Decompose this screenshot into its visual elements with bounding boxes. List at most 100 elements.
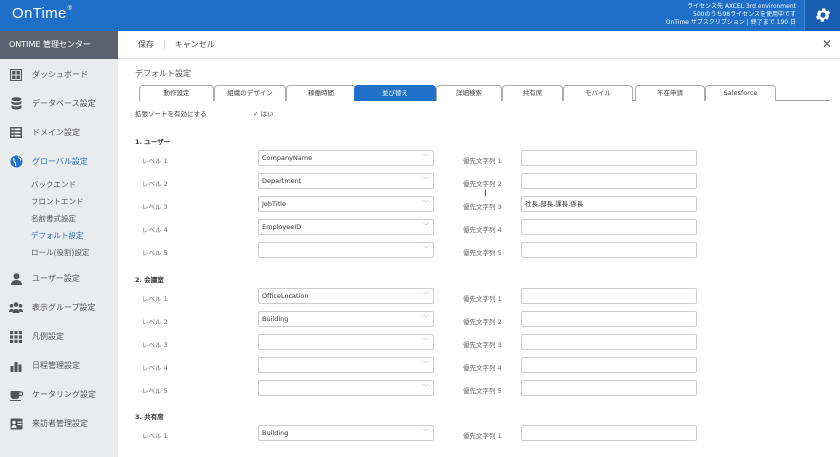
sidebar-item-label: 凡例設定 <box>32 332 64 341</box>
tab-salesforce[interactable]: Salesforce <box>705 85 776 101</box>
tab-shared-seat[interactable]: 共有席 <box>502 85 563 101</box>
gear-icon <box>815 8 831 22</box>
visitor-icon <box>9 417 23 430</box>
tab-sort[interactable]: 並び替え <box>354 85 436 101</box>
priority-label: 優先文字列 5 <box>463 387 502 395</box>
app-header: OnTime® ライセンス先 AXCEL 3rd environment 500… <box>0 0 840 31</box>
tab-behavior[interactable]: 動作設定 <box>139 85 214 101</box>
priority-input[interactable] <box>521 380 697 396</box>
sidebar-subitem-backend[interactable]: バックエンド <box>0 176 118 193</box>
license-line: OnTime サブスクリプション | 終了まで 190 日 <box>665 19 796 26</box>
group-icon <box>9 301 23 314</box>
license-info: ライセンス先 AXCEL 3rd environment 500のうち98ライセ… <box>666 3 796 27</box>
sidebar-title: ONTIME 管理センター <box>0 31 118 59</box>
sidebar-item-dashboard[interactable]: ダッシュボード <box>0 60 118 89</box>
chevron-down-icon: ﹀ <box>422 177 429 184</box>
priority-input[interactable] <box>521 242 697 258</box>
priority-input[interactable] <box>521 173 697 189</box>
priority-label: 優先文字列 4 <box>463 226 502 234</box>
priority-input[interactable] <box>521 425 697 441</box>
sidebar-item-label: データベース設定 <box>32 99 96 108</box>
sidebar-subitem-default[interactable]: デフォルト設定 <box>0 227 118 244</box>
level-select[interactable]: OfficeLocation ﹀ <box>258 288 434 304</box>
save-button[interactable]: 保存 <box>138 39 154 50</box>
level-select[interactable]: ﹀ <box>258 334 434 350</box>
sidebar-item-label: ドメイン設定 <box>32 128 80 137</box>
level-select[interactable]: ﹀ <box>258 380 434 396</box>
settings-panel: 保存 | キャンセル ✕ デフォルト設定 動作設定 組織のデザイン 稼働時間 並… <box>118 31 840 457</box>
priority-label: 優先文字列 1 <box>463 157 502 165</box>
database-icon <box>9 97 23 110</box>
sidebar-item-global[interactable]: グローバル設定 <box>0 147 118 176</box>
priority-input[interactable] <box>521 357 697 373</box>
priority-label: 優先文字列 2 <box>463 180 502 188</box>
sort-row: レベル 1 CompanyName ﹀ 優先文字列 1 <box>118 150 840 168</box>
sidebar-item-schedule[interactable]: 日程管理設定 <box>0 351 118 380</box>
sort-row: レベル 4 EmployeeID ﹀ 優先文字列 4 <box>118 219 840 237</box>
ext-sort-label: 拡張ソートを有効にする <box>135 110 207 118</box>
chevron-down-icon: ﹀ <box>422 338 429 345</box>
ext-sort-value: はい <box>260 110 274 118</box>
priority-input[interactable] <box>521 311 697 327</box>
sort-row: レベル 4 ﹀ 優先文字列 4 <box>118 357 840 375</box>
coffee-icon <box>9 388 23 401</box>
level-select[interactable]: JobTitle ﹀ <box>258 196 434 212</box>
sidebar-item-catering[interactable]: ケータリング設定 <box>0 380 118 409</box>
toolbar-separator: | <box>163 40 166 49</box>
sidebar-subitem-name-format[interactable]: 名前書式設定 <box>0 210 118 227</box>
chevron-down-icon: ﹀ <box>422 154 429 161</box>
level-select-value: Department <box>262 177 302 185</box>
level-label: レベル 1 <box>142 432 168 440</box>
level-select[interactable]: Building ﹀ <box>258 311 434 327</box>
level-label: レベル 2 <box>142 318 168 326</box>
level-select-value: OfficeLocation <box>262 292 309 300</box>
level-select[interactable]: CompanyName ﹀ <box>258 150 434 166</box>
level-select[interactable]: Department ﹀ <box>258 173 434 189</box>
priority-input[interactable] <box>521 288 697 304</box>
page-title: デフォルト設定 <box>135 69 191 78</box>
sidebar-item-visitor[interactable]: 来訪者管理設定 <box>0 409 118 438</box>
chevron-down-icon: ﹀ <box>422 429 429 436</box>
priority-input[interactable] <box>521 334 697 350</box>
tab-absence[interactable]: 不在申請 <box>635 85 705 101</box>
sidebar-item-legend[interactable]: 凡例設定 <box>0 322 118 351</box>
settings-button[interactable] <box>804 0 840 31</box>
level-label: レベル 4 <box>142 226 168 234</box>
sidebar-item-label: ダッシュボード <box>32 70 88 79</box>
level-select[interactable]: EmployeeID ﹀ <box>258 219 434 235</box>
priority-label: 優先文字列 3 <box>463 341 502 349</box>
level-select[interactable]: ﹀ <box>258 242 434 258</box>
sidebar-subitem-frontend[interactable]: フロントエンド <box>0 193 118 210</box>
sidebar-item-label: ケータリング設定 <box>32 390 96 399</box>
priority-label: 優先文字列 1 <box>463 432 502 440</box>
tab-advanced-search[interactable]: 詳細検索 <box>436 85 502 101</box>
level-label: レベル 3 <box>142 203 168 211</box>
sidebar-item-label: ユーザー設定 <box>32 274 80 283</box>
level-select[interactable]: ﹀ <box>258 357 434 373</box>
chevron-down-icon: ﹀ <box>422 246 429 253</box>
level-select-value: CompanyName <box>262 154 313 162</box>
sidebar-item-label: 来訪者管理設定 <box>32 419 88 428</box>
cancel-button[interactable]: キャンセル <box>175 39 215 50</box>
tab-working-hours[interactable]: 稼働時間 <box>286 85 356 101</box>
sidebar-item-domain[interactable]: ドメイン設定 <box>0 118 118 147</box>
sidebar-subitem-roles[interactable]: ロール(役割)設定 <box>0 244 118 261</box>
chevron-down-icon: ﹀ <box>422 223 429 230</box>
level-select[interactable]: Building ﹀ <box>258 425 434 441</box>
close-icon[interactable]: ✕ <box>822 38 832 50</box>
sort-row: レベル 5 ﹀ 優先文字列 5 <box>118 380 840 398</box>
checkbox-check-icon: ✓ <box>253 110 259 118</box>
app-logo[interactable]: OnTime® <box>12 5 72 22</box>
sidebar-item-display-group[interactable]: 表示グループ設定 <box>0 293 118 322</box>
sidebar-item-user[interactable]: ユーザー設定 <box>0 264 118 293</box>
priority-input[interactable] <box>521 150 697 166</box>
text-cursor-icon: I <box>484 189 487 199</box>
tab-mobile[interactable]: モバイル <box>563 85 633 101</box>
section-title: 2. 会議室 <box>135 276 164 284</box>
tab-org-design[interactable]: 組織のデザイン <box>214 85 286 101</box>
priority-input[interactable] <box>521 219 697 235</box>
level-select-value: Building <box>262 315 289 323</box>
ext-sort-checkbox[interactable]: ✓ はい <box>253 108 274 118</box>
priority-input[interactable]: 社長,部長,課長,係長 <box>521 196 697 212</box>
sidebar-item-database[interactable]: データベース設定 <box>0 89 118 118</box>
